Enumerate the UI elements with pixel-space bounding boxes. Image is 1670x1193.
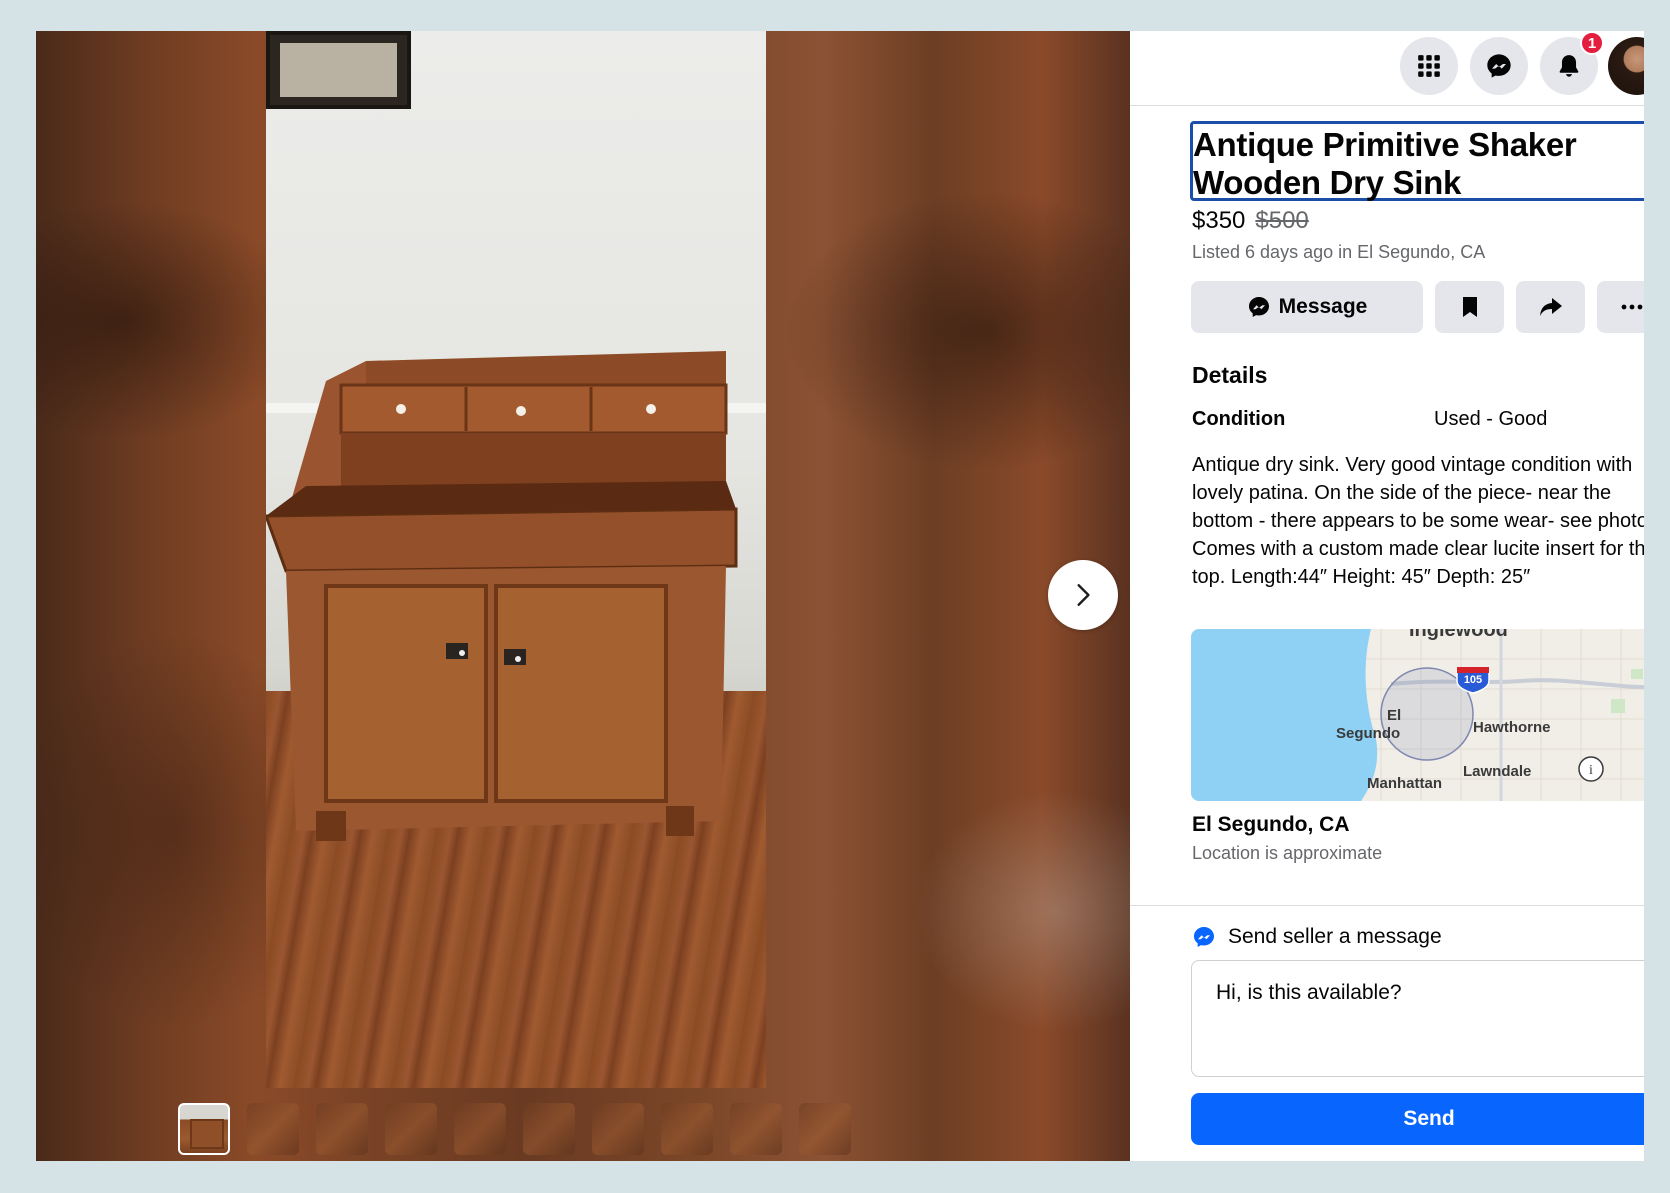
thumbnail-7[interactable]: [592, 1103, 644, 1155]
original-price: $500: [1255, 207, 1309, 234]
map-label-segundo: Segundo: [1336, 725, 1401, 742]
thumbnail-9[interactable]: [730, 1103, 782, 1155]
bell-icon: [1559, 55, 1579, 77]
top-bar: 1: [1130, 31, 1644, 106]
save-button[interactable]: [1435, 281, 1504, 333]
notifications-button[interactable]: 1: [1540, 31, 1604, 95]
thumbnail-2[interactable]: [247, 1103, 299, 1155]
grid-menu-icon: [1418, 55, 1440, 77]
share-icon: [1539, 298, 1562, 316]
share-button[interactable]: [1516, 281, 1585, 333]
location-map[interactable]: 105 i Inglewood El Segundo Hawthorne Law…: [1191, 629, 1644, 801]
listing-price: $350: [1192, 207, 1246, 234]
thumbnail-4[interactable]: [385, 1103, 437, 1155]
more-options-button[interactable]: [1597, 281, 1644, 333]
details-heading: Details: [1192, 362, 1268, 388]
thumbnail-3[interactable]: [316, 1103, 368, 1155]
thumbnail-strip: [178, 1103, 851, 1155]
photo-viewer: [36, 31, 1130, 1161]
location-note: Location is approximate: [1192, 843, 1383, 863]
messenger-icon: [1487, 54, 1511, 78]
notification-badge: 1: [1580, 31, 1604, 55]
send-button[interactable]: Send: [1191, 1093, 1644, 1145]
message-button-label: Message: [1278, 295, 1368, 318]
location-name: El Segundo, CA: [1192, 813, 1350, 836]
listing-title-box: Antique Primitive Shaker Wooden Dry Sink: [1190, 121, 1644, 201]
listing-details-panel: 1 Antique Primitive Shaker Wooden Dry Si…: [1130, 31, 1644, 1161]
thumbnail-5[interactable]: [454, 1103, 506, 1155]
messenger-button[interactable]: [1470, 37, 1528, 95]
chevron-right-icon: [1077, 584, 1090, 606]
menu-button[interactable]: [1400, 37, 1458, 95]
map-label-inglewood: Inglewood: [1409, 629, 1508, 641]
messenger-icon: [1248, 297, 1269, 317]
listed-info: Listed 6 days ago in El Segundo, CA: [1192, 242, 1486, 262]
highway-label: 105: [1464, 674, 1482, 686]
thumbnail-1[interactable]: [178, 1103, 230, 1155]
action-buttons: Message: [1191, 281, 1644, 333]
messenger-icon: [1194, 927, 1214, 947]
map-label-el: El: [1387, 707, 1402, 724]
divider: [1130, 905, 1644, 906]
next-photo-button[interactable]: [1048, 560, 1118, 630]
map-label-lawndale: Lawndale: [1463, 763, 1532, 780]
thumbnail-6[interactable]: [523, 1103, 575, 1155]
message-input[interactable]: Hi, is this available?: [1191, 960, 1644, 1077]
svg-text:i: i: [1589, 763, 1593, 778]
send-message-label: Send seller a message: [1228, 925, 1442, 948]
marketplace-listing-window: 1 Antique Primitive Shaker Wooden Dry Si…: [36, 31, 1644, 1161]
map-label-manhattan: Manhattan: [1367, 775, 1442, 792]
avatar[interactable]: [1608, 37, 1644, 95]
listing-photo: [266, 31, 766, 1088]
thumbnail-8[interactable]: [661, 1103, 713, 1155]
price-row: $350 $500: [1192, 207, 1309, 235]
listing-title: Antique Primitive Shaker Wooden Dry Sink: [1193, 126, 1577, 201]
more-icon: [1621, 304, 1642, 310]
bookmark-icon: [1462, 297, 1477, 317]
condition-label: Condition: [1192, 408, 1286, 430]
dry-sink-image: [266, 351, 738, 841]
thumbnail-10[interactable]: [799, 1103, 851, 1155]
send-message-header: Send seller a message: [1192, 925, 1442, 949]
listing-description: Antique dry sink. Very good vintage cond…: [1192, 454, 1644, 588]
condition-value: Used - Good: [1434, 408, 1548, 430]
message-button[interactable]: Message: [1191, 281, 1423, 333]
map-label-hawthorne: Hawthorne: [1473, 719, 1551, 736]
